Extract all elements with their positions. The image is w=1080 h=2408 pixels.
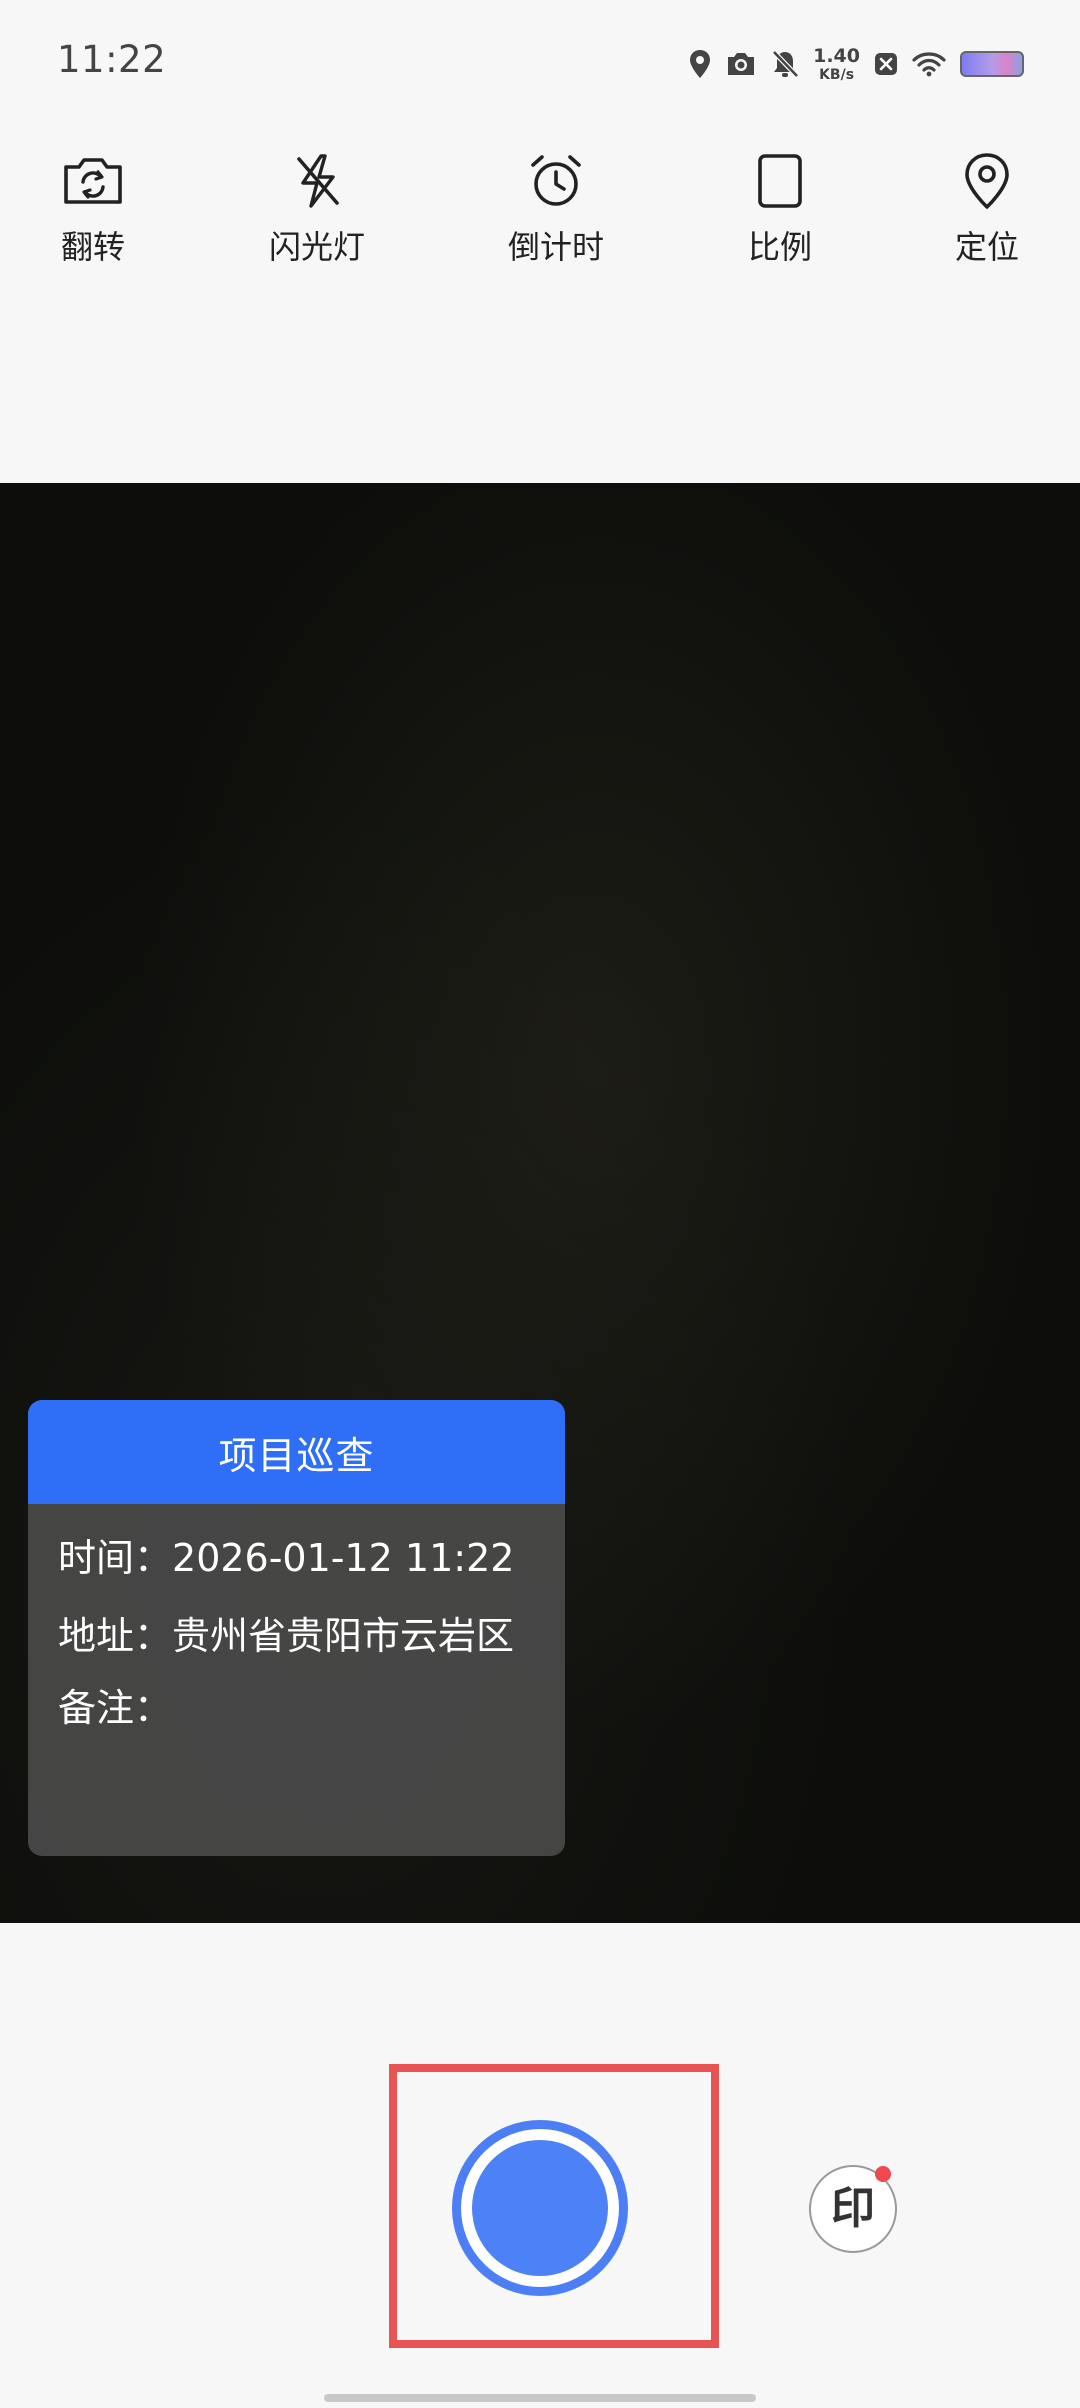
status-time: 11:22 [57, 38, 167, 81]
map-pin-icon [956, 150, 1018, 212]
watermark-title: 项目巡查 [28, 1400, 565, 1504]
location-button[interactable]: 定位 [912, 150, 1062, 280]
flip-button[interactable]: 翻转 [18, 150, 168, 280]
net-speed-value: 1.40 [813, 44, 860, 67]
shutter-inner [472, 2140, 608, 2276]
flash-off-icon [286, 150, 348, 212]
watermark-time-row: 时间：2026-01-12 11:22 [58, 1534, 535, 1582]
flip-label: 翻转 [60, 228, 125, 266]
watermark-body: 时间：2026-01-12 11:22 地址：贵州省贵阳市云岩区 备注： [28, 1504, 565, 1732]
camera-toolbar: 翻转 闪光灯 倒计时 比例 定位 [0, 150, 1080, 280]
location-icon [689, 49, 711, 79]
watermark-address-row: 地址：贵州省贵阳市云岩区 [58, 1612, 535, 1660]
flip-camera-icon [62, 150, 124, 212]
watermark-note-row: 备注： [58, 1684, 535, 1732]
stamp-label: 印 [831, 2183, 875, 2234]
watermark-time-value: 2026-01-12 11:22 [172, 1536, 515, 1580]
watermark-time-label: 时间： [58, 1536, 173, 1580]
wifi-icon [912, 51, 946, 77]
mute-bell-icon [771, 49, 799, 79]
status-icons: 1.40 KB/s [689, 38, 1024, 90]
watermark-address-value: 贵州省贵阳市云岩区 [172, 1614, 515, 1658]
notification-dot [875, 2166, 891, 2182]
flash-button[interactable]: 闪光灯 [242, 150, 392, 280]
location-label: 定位 [954, 228, 1019, 266]
alarm-clock-icon [525, 150, 587, 212]
watermark-note-label: 备注： [58, 1686, 173, 1730]
net-speed: 1.40 KB/s [813, 44, 860, 83]
net-speed-unit: KB/s [819, 66, 855, 83]
home-indicator[interactable] [324, 2394, 756, 2402]
shutter-button[interactable] [452, 2120, 628, 2296]
countdown-label: 倒计时 [507, 228, 604, 266]
battery-icon [960, 51, 1024, 77]
status-bar: 11:22 1.40 KB/s [0, 0, 1080, 125]
camera-icon [725, 50, 757, 78]
close-box-icon [874, 52, 898, 76]
aspect-ratio-icon [749, 150, 811, 212]
ratio-label: 比例 [747, 228, 812, 266]
watermark-card[interactable]: 项目巡查 时间：2026-01-12 11:22 地址：贵州省贵阳市云岩区 备注… [28, 1400, 565, 1856]
watermark-address-label: 地址： [58, 1614, 173, 1658]
flash-label: 闪光灯 [268, 228, 365, 266]
countdown-button[interactable]: 倒计时 [481, 150, 631, 280]
ratio-button[interactable]: 比例 [705, 150, 855, 280]
